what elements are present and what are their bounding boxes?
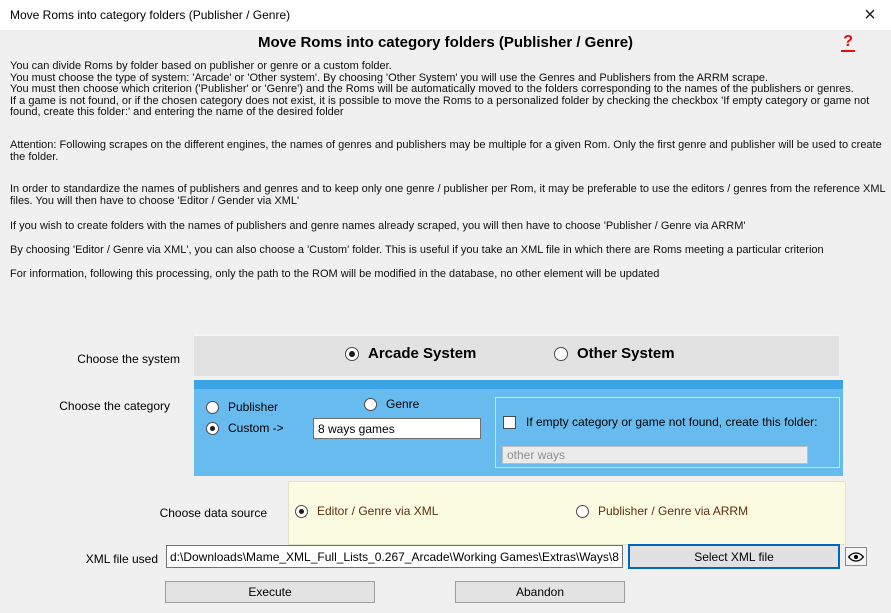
radio-button-icon <box>345 347 359 361</box>
radio-button-icon <box>206 422 219 435</box>
radio-arcade-system-label: Arcade System <box>368 345 476 362</box>
xml-path-input[interactable] <box>166 545 623 568</box>
view-xml-button[interactable] <box>845 547 867 566</box>
radio-custom-label: Custom -> <box>228 421 284 435</box>
system-panel: Arcade System Other System <box>194 334 839 376</box>
radio-button-icon <box>295 505 308 518</box>
checkbox-icon <box>503 416 516 429</box>
paragraph-attention: Attention: Following scrapes on the diff… <box>10 140 886 163</box>
empty-category-checkbox-label: If empty category or game not found, cre… <box>526 415 818 429</box>
eye-icon <box>848 551 864 563</box>
dialog-window: Move Roms into category folders (Publish… <box>0 0 891 613</box>
category-panel-header-strip <box>194 380 843 389</box>
category-panel: Publisher Genre Custom -> If empty categ… <box>194 380 843 476</box>
radio-button-icon <box>364 398 377 411</box>
radio-publisher-label: Publisher <box>228 400 278 414</box>
close-icon[interactable]: × <box>857 2 883 28</box>
title-bar: Move Roms into category folders (Publish… <box>0 0 891 30</box>
radio-editor-genre-xml[interactable]: Editor / Genre via XML <box>295 504 438 518</box>
xml-file-used-label: XML file used <box>0 552 158 566</box>
fallback-folder-input[interactable] <box>502 446 808 464</box>
radio-other-system[interactable]: Other System <box>554 345 675 362</box>
page-title: Move Roms into category folders (Publish… <box>0 34 891 51</box>
paragraph-info: For information, following this processi… <box>10 269 886 281</box>
choose-system-label: Choose the system <box>20 352 180 366</box>
choose-data-source-label: Choose data source <box>107 506 267 520</box>
paragraph-custom-note: By choosing 'Editor / Genre via XML', yo… <box>10 245 886 257</box>
radio-other-system-label: Other System <box>577 345 675 362</box>
paragraph-scraped: If you wish to create folders with the n… <box>10 221 886 233</box>
radio-custom[interactable]: Custom -> <box>206 421 284 435</box>
fallback-folder-panel: If empty category or game not found, cre… <box>495 397 840 468</box>
radio-genre-label: Genre <box>386 397 419 411</box>
intro-line-4: If a game is not found, or if the chosen… <box>10 96 886 119</box>
paragraph-standardize: In order to standardize the names of pub… <box>10 184 886 207</box>
choose-category-label: Choose the category <box>10 399 170 413</box>
radio-publisher-genre-arrm-label: Publisher / Genre via ARRM <box>598 504 748 518</box>
window-title: Move Roms into category folders (Publish… <box>10 8 290 22</box>
abandon-button[interactable]: Abandon <box>455 581 625 603</box>
radio-publisher-genre-arrm[interactable]: Publisher / Genre via ARRM <box>576 504 748 518</box>
help-icon[interactable]: ? <box>841 33 855 52</box>
radio-button-icon <box>554 347 568 361</box>
radio-button-icon <box>206 401 219 414</box>
data-source-panel: Editor / Genre via XML Publisher / Genre… <box>288 481 846 545</box>
custom-folder-input[interactable] <box>313 418 481 439</box>
intro-line-1: You can divide Roms by folder based on p… <box>10 61 886 73</box>
execute-button[interactable]: Execute <box>165 581 375 603</box>
empty-category-checkbox-row[interactable]: If empty category or game not found, cre… <box>503 415 818 429</box>
radio-editor-genre-xml-label: Editor / Genre via XML <box>317 504 438 518</box>
radio-arcade-system[interactable]: Arcade System <box>345 345 476 362</box>
radio-genre[interactable]: Genre <box>364 397 419 411</box>
select-xml-file-button[interactable]: Select XML file <box>628 544 840 569</box>
description-text: You can divide Roms by folder based on p… <box>10 61 886 280</box>
radio-publisher[interactable]: Publisher <box>206 400 278 414</box>
radio-button-icon <box>576 505 589 518</box>
